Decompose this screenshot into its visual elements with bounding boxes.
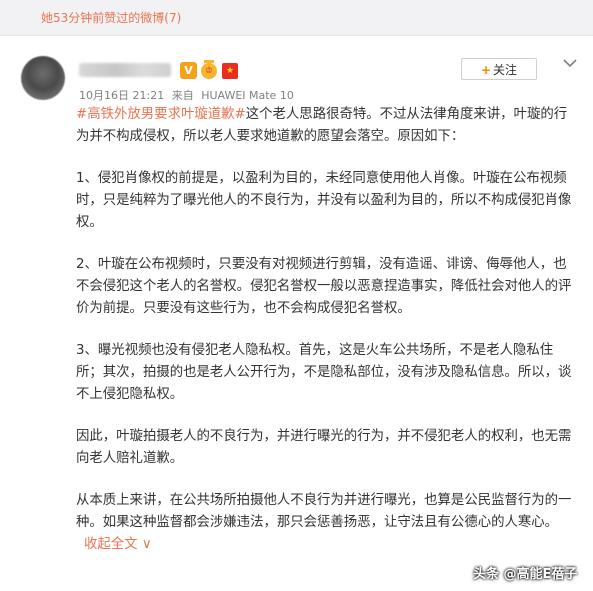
post-intro: #高铁外放男要求叶璇道歉#这个老人思路很奇特。不过从法律角度来讲，叶璇的行为并不… bbox=[76, 104, 576, 148]
paragraph-last: 从本质上来讲，在公共场所拍摄他人不良行为并进行曝光，也算是公民监督行为的一种。如… bbox=[76, 490, 576, 556]
paragraph: 1、侵犯肖像权的前提是，以盈利为目的，未经同意使用他人肖像。叶璇在公布视频时，只… bbox=[76, 171, 572, 230]
collapse-arrow-icon: ∨ bbox=[141, 537, 152, 552]
post-device: HUAWEI Mate 10 bbox=[201, 89, 294, 102]
paragraph: 2、叶璇在公布视频时，只要没有对视频进行剪辑，没有造谣、诽谤、侮辱他人，也不会侵… bbox=[76, 257, 572, 316]
paragraph: 因此，叶璇拍摄老人的不良行为，并进行曝光的行为，并不侵犯老人的权利，也无需向老人… bbox=[76, 429, 572, 466]
china-flag-icon: ★ bbox=[222, 63, 238, 79]
post-time[interactable]: 10月16日 21:21 bbox=[79, 89, 164, 102]
top-bar: 她53分钟前赞过的微博(7) bbox=[0, 0, 593, 36]
username-redacted[interactable] bbox=[79, 63, 171, 77]
last-paragraph-text: 从本质上来讲，在公共场所拍摄他人不良行为并进行曝光，也算是公民监督行为的一种。如… bbox=[76, 493, 572, 530]
plus-icon: + bbox=[480, 63, 492, 77]
hashtag-link[interactable]: #高铁外放男要求叶璇道歉# bbox=[76, 107, 246, 122]
avatar[interactable] bbox=[21, 56, 65, 100]
chevron-down-icon[interactable] bbox=[561, 56, 579, 70]
verified-badge-icon: V bbox=[180, 62, 197, 79]
follow-label: 关注 bbox=[493, 63, 518, 77]
collapse-link[interactable]: 收起全文 ∨ bbox=[84, 537, 152, 552]
watermark: 头条 @高能E蓓子 bbox=[473, 567, 578, 582]
source-prefix: 来自 bbox=[171, 89, 194, 102]
vip-crown-icon: ♔ bbox=[201, 60, 217, 79]
paragraph: 3、曝光视频也没有侵犯老人隐私权。首先，这是火车公共场所，不是老人隐私住所；其次… bbox=[76, 343, 572, 402]
post-meta: 10月16日 21:21 来自 HUAWEI Mate 10 bbox=[79, 87, 298, 103]
liked-posts-link[interactable]: 她53分钟前赞过的微博(7) bbox=[41, 9, 181, 26]
collapse-label: 收起全文 bbox=[84, 537, 138, 552]
post-body: #高铁外放男要求叶璇道歉#这个老人思路很奇特。不过从法律角度来讲，叶璇的行为并不… bbox=[76, 104, 576, 576]
follow-button[interactable]: + 关注 bbox=[461, 58, 537, 80]
